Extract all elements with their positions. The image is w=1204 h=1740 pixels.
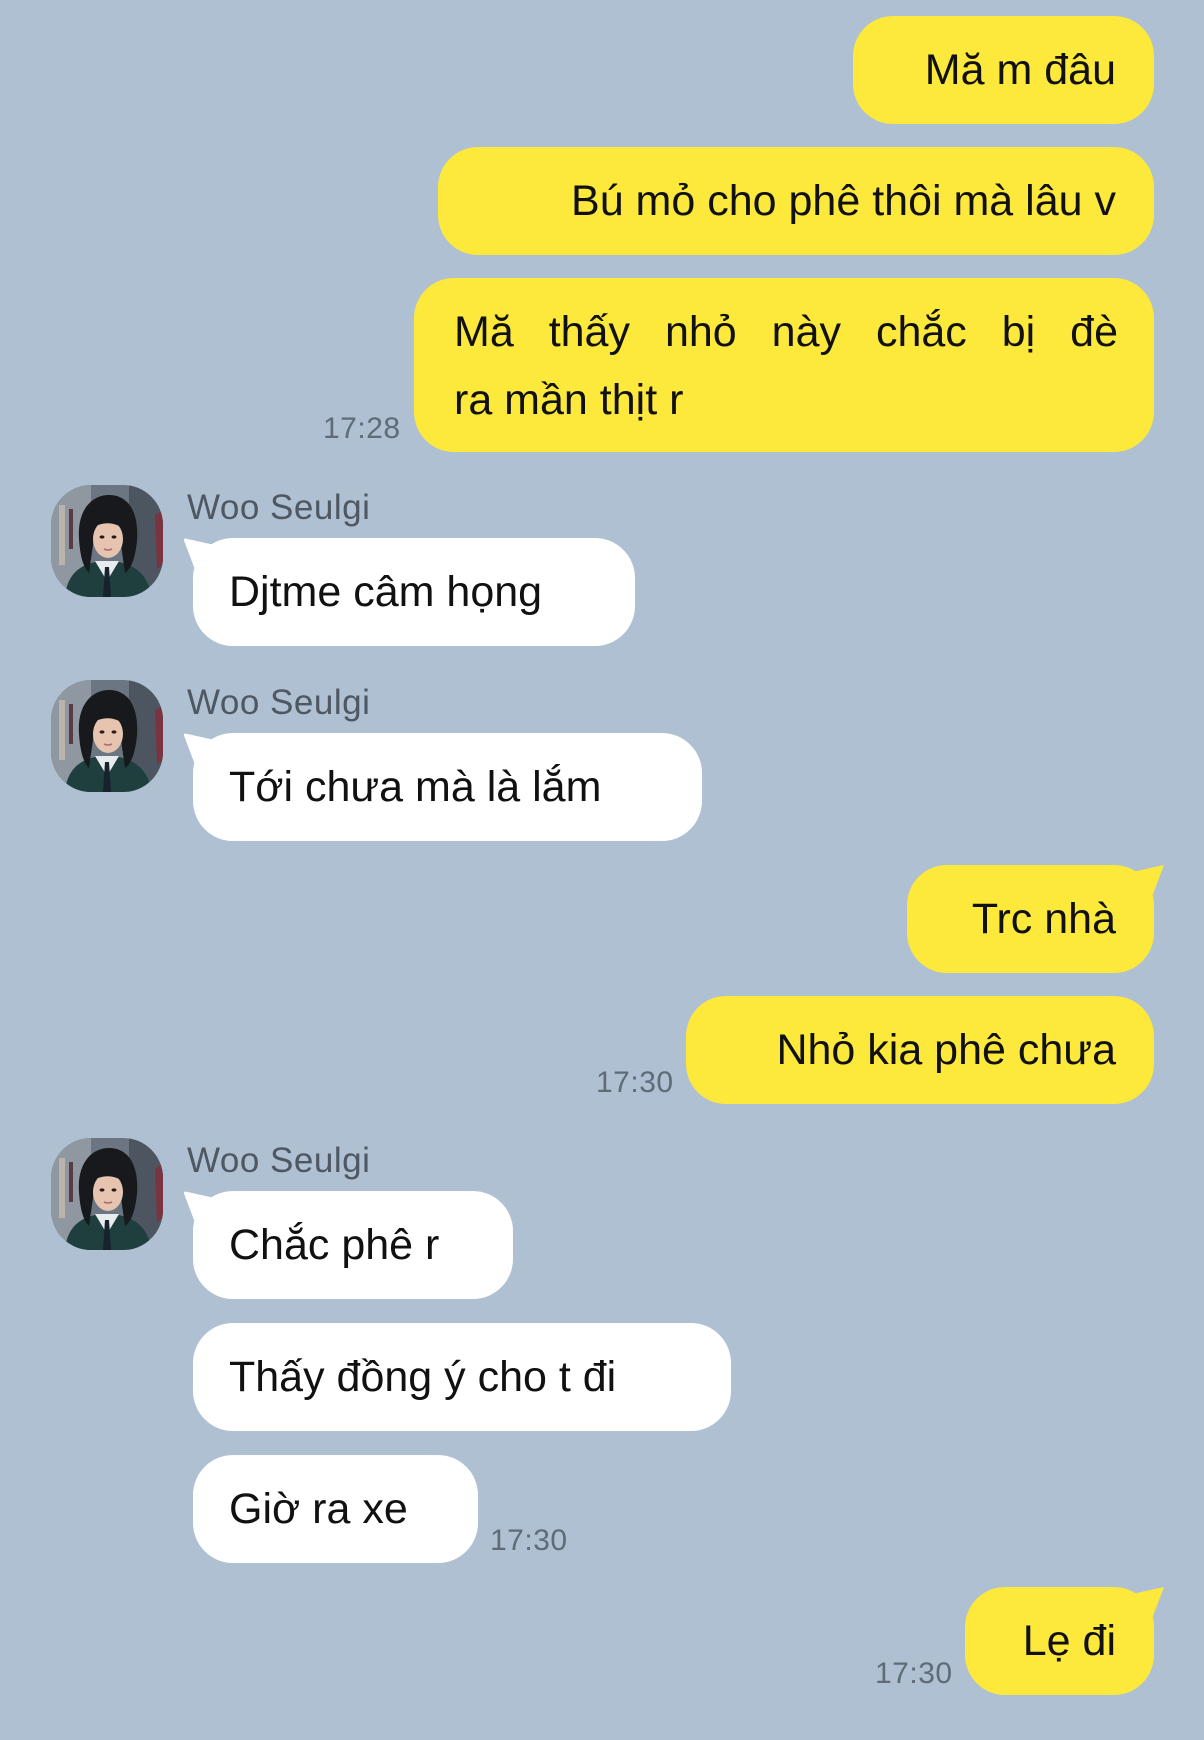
message-line: Mă thấy nhỏ này chắc bị đè [454, 308, 1118, 356]
contact-avatar[interactable] [51, 1138, 163, 1250]
outgoing-message-bubble[interactable]: Mă thấy nhỏ này chắc bị đè ra mần thịt r [414, 278, 1154, 452]
contact-avatar[interactable] [51, 680, 163, 792]
message-timestamp: 17:30 [596, 1066, 674, 1099]
outgoing-message-bubble[interactable]: Bú mỏ cho phê thôi mà lâu v [438, 147, 1154, 255]
outgoing-message-bubble[interactable]: Nhỏ kia phê chưa [686, 996, 1154, 1104]
message-timestamp: 17:30 [490, 1524, 568, 1557]
avatar-photo [51, 1138, 163, 1250]
message-timestamp: 17:30 [875, 1657, 953, 1690]
outgoing-message-bubble[interactable]: Trc nhà [907, 865, 1154, 973]
contact-avatar[interactable] [51, 485, 163, 597]
sender-name: Woo Seulgi [187, 488, 371, 527]
message-timestamp: 17:28 [323, 412, 401, 445]
outgoing-message-bubble[interactable]: Lẹ đi [965, 1587, 1154, 1695]
incoming-message-bubble[interactable]: Thấy đồng ý cho t đi [193, 1323, 731, 1431]
incoming-message-bubble[interactable]: Djtme câm họng [193, 538, 635, 646]
avatar-photo [51, 485, 163, 597]
incoming-message-bubble[interactable]: Chắc phê r [193, 1191, 513, 1299]
outgoing-message-bubble[interactable]: Mă m đâu [853, 16, 1154, 124]
chat-thread[interactable]: Mă m đâu Bú mỏ cho phê thôi mà lâu v Mă … [0, 0, 1204, 1740]
incoming-message-bubble[interactable]: Tới chưa mà là lắm [193, 733, 702, 841]
avatar-photo [51, 680, 163, 792]
sender-name: Woo Seulgi [187, 1141, 371, 1180]
message-line: ra mần thịt r [454, 376, 684, 424]
sender-name: Woo Seulgi [187, 683, 371, 722]
incoming-message-bubble[interactable]: Giờ ra xe [193, 1455, 478, 1563]
